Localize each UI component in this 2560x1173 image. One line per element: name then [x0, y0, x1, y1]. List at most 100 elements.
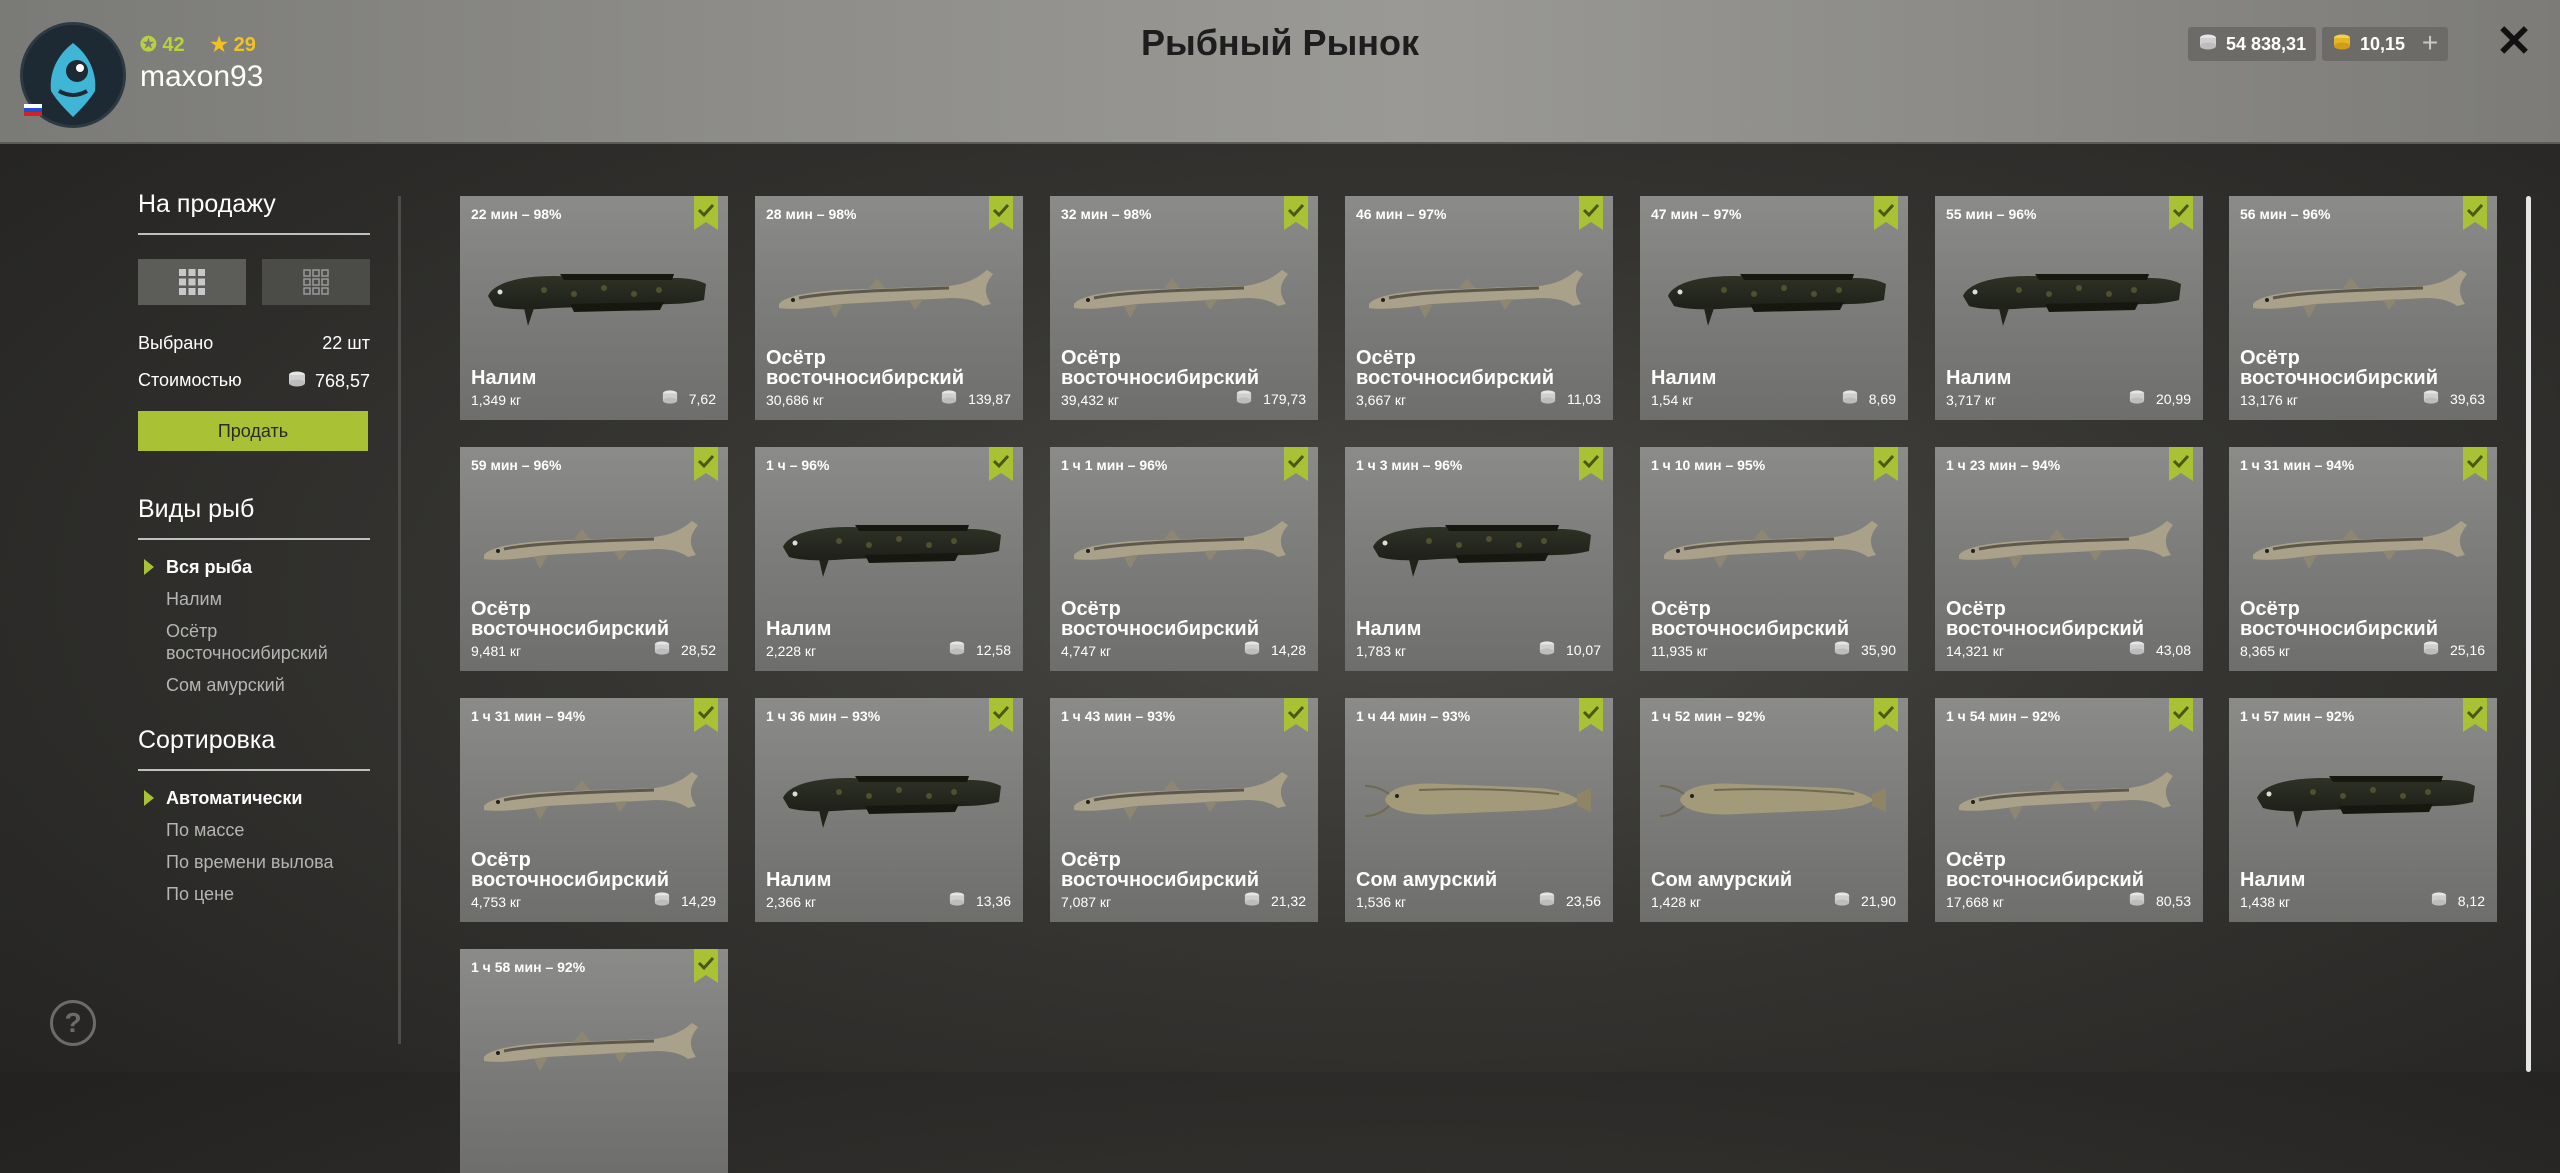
selected-check-badge-icon[interactable]	[989, 698, 1013, 732]
fish-card[interactable]: 1 ч 58 мин – 92%	[460, 949, 728, 1173]
fish-card[interactable]: 28 мин – 98% Осётр восточносибирский 30,…	[755, 196, 1023, 420]
fish-price-value: 8,69	[1868, 390, 1896, 407]
species-item[interactable]: Налим	[138, 588, 370, 610]
add-currency-button[interactable]: +	[2412, 27, 2448, 61]
selected-check-badge-icon[interactable]	[694, 949, 718, 983]
fish-card[interactable]: 47 мин – 97% Налим 1,54 кг 8,69	[1640, 196, 1908, 420]
fish-card[interactable]: 1 ч 57 мин – 92% Налим 1,438 кг 8,12	[2229, 698, 2497, 922]
fish-name: Осётр восточносибирский	[1946, 849, 2145, 891]
fish-price-value: 14,29	[680, 892, 716, 909]
selected-check-badge-icon[interactable]	[694, 698, 718, 732]
selected-check-badge-icon[interactable]	[1579, 698, 1603, 732]
sturgeon-fish-image	[1064, 252, 1304, 332]
fish-price: 14,29	[653, 891, 716, 910]
fish-name: Осётр восточносибирский	[1061, 849, 1260, 891]
sturgeon-fish-image	[2243, 503, 2483, 583]
top-bar: ✪ 42 ★ 29 maxon93 Рыбный Рынок 54 838,31…	[0, 0, 2560, 144]
sell-button[interactable]: Продать	[138, 411, 368, 451]
species-item[interactable]: Вся рыба	[138, 556, 370, 578]
species-filter-list: Вся рыба Налим Осётр восточносибирский Сом …	[138, 556, 370, 696]
fish-card[interactable]: 1 ч 3 мин – 96% Налим 1,783 кг 10,07	[1345, 447, 1613, 671]
species-item-label: Налим	[166, 589, 222, 609]
fish-price: 139,87	[940, 389, 1011, 408]
sturgeon-fish-image	[2243, 252, 2483, 332]
species-item[interactable]: Осётр восточносибирский	[138, 620, 370, 664]
fish-card[interactable]: 55 мин – 96% Налим 3,717 кг 20,99	[1935, 196, 2203, 420]
help-icon: ?	[64, 1007, 82, 1038]
catch-time: 56 мин – 96%	[2240, 206, 2331, 222]
selected-check-badge-icon[interactable]	[1579, 196, 1603, 230]
silver-coins-icon	[2422, 389, 2440, 408]
fish-weight: 14,321 кг	[1946, 643, 2004, 659]
selected-check-badge-icon[interactable]	[1284, 196, 1308, 230]
small-grid-view-button[interactable]	[262, 259, 370, 305]
fish-card[interactable]: 1 ч 23 мин – 94% Осётр восточносибирский…	[1935, 447, 2203, 671]
fish-card[interactable]: 1 ч 44 мин – 93% Сом амурский 1,536 кг 2…	[1345, 698, 1613, 922]
selected-check-badge-icon[interactable]	[2169, 698, 2193, 732]
silver-coins-icon	[2422, 640, 2440, 659]
selected-check-badge-icon[interactable]	[2463, 698, 2487, 732]
fish-card[interactable]: 1 ч 43 мин – 93% Осётр восточносибирский…	[1050, 698, 1318, 922]
close-button[interactable]: ✕	[2490, 18, 2538, 66]
selected-check-badge-icon[interactable]	[989, 196, 1013, 230]
fish-price: 25,16	[2422, 640, 2485, 659]
fish-card[interactable]: 1 ч 10 мин – 95% Осётр восточносибирский…	[1640, 447, 1908, 671]
selected-check-badge-icon[interactable]	[2463, 196, 2487, 230]
selected-check-badge-icon[interactable]	[2169, 447, 2193, 481]
fish-card[interactable]: 22 мин – 98% Налим 1,349 кг 7,62	[460, 196, 728, 420]
sort-item[interactable]: По массе	[138, 819, 370, 841]
fish-card[interactable]: 56 мин – 96% Осётр восточносибирский 13,…	[2229, 196, 2497, 420]
large-grid-view-button[interactable]	[138, 259, 246, 305]
catch-time: 1 ч 54 мин – 92%	[1946, 708, 2061, 724]
selected-check-badge-icon[interactable]	[694, 447, 718, 481]
fish-card[interactable]: 1 ч 31 мин – 94% Осётр восточносибирский…	[460, 698, 728, 922]
fish-card[interactable]: 1 ч 1 мин – 96% Осётр восточносибирский …	[1050, 447, 1318, 671]
selected-check-badge-icon[interactable]	[1874, 698, 1898, 732]
fish-name: Налим	[766, 618, 832, 640]
catch-time: 1 ч 36 мин – 93%	[766, 708, 881, 724]
catch-time: 32 мин – 98%	[1061, 206, 1152, 222]
sort-item[interactable]: По цене	[138, 883, 370, 905]
fish-card[interactable]: 1 ч 36 мин – 93% Налим 2,366 кг 13,36	[755, 698, 1023, 922]
selected-check-badge-icon[interactable]	[1284, 698, 1308, 732]
fish-card[interactable]: 46 мин – 97% Осётр восточносибирский 3,6…	[1345, 196, 1613, 420]
fish-price: 39,63	[2422, 389, 2485, 408]
gold-value: 10,15	[2360, 33, 2406, 54]
selected-check-badge-icon[interactable]	[1874, 196, 1898, 230]
species-item[interactable]: Сом амурский	[138, 674, 370, 696]
fish-name: Осётр восточносибирский	[471, 598, 670, 640]
fish-card[interactable]: 1 ч 54 мин – 92% Осётр восточносибирский…	[1935, 698, 2203, 922]
sturgeon-fish-image	[1064, 503, 1304, 583]
fish-price-value: 179,73	[1263, 390, 1306, 407]
fish-card[interactable]: 32 мин – 98% Осётр восточносибирский 39,…	[1050, 196, 1318, 420]
catch-time: 1 ч 52 мин – 92%	[1651, 708, 1766, 724]
selected-check-badge-icon[interactable]	[2169, 196, 2193, 230]
fish-weight: 1,54 кг	[1651, 392, 1694, 408]
selected-check-badge-icon[interactable]	[1284, 447, 1308, 481]
selected-check-badge-icon[interactable]	[1874, 447, 1898, 481]
catch-time: 1 ч 1 мин – 96%	[1061, 457, 1168, 473]
fish-weight: 1,428 кг	[1651, 894, 1702, 910]
catch-time: 55 мин – 96%	[1946, 206, 2037, 222]
selected-check-badge-icon[interactable]	[2463, 447, 2487, 481]
fish-card[interactable]: 59 мин – 96% Осётр восточносибирский 9,4…	[460, 447, 728, 671]
fish-card[interactable]: 1 ч 52 мин – 92% Сом амурский 1,428 кг 2…	[1640, 698, 1908, 922]
sturgeon-fish-image	[474, 1005, 714, 1085]
scrollbar[interactable]	[2526, 196, 2531, 1072]
silver-coins-icon	[653, 891, 671, 910]
sort-item[interactable]: По времени вылова	[138, 851, 370, 873]
help-button[interactable]: ?	[50, 1000, 96, 1046]
fish-price-value: 35,90	[1860, 641, 1896, 658]
selected-check-badge-icon[interactable]	[694, 196, 718, 230]
plus-icon: +	[2421, 27, 2439, 58]
gold-balance: 10,15	[2322, 27, 2416, 61]
silver-coins-icon	[1235, 389, 1253, 408]
fish-card[interactable]: 1 ч – 96% Налим 2,228 кг 12,58	[755, 447, 1023, 671]
small-grid-icon	[303, 269, 329, 295]
fish-card[interactable]: 1 ч 31 мин – 94% Осётр восточносибирский…	[2229, 447, 2497, 671]
sort-item[interactable]: Автоматически	[138, 787, 370, 809]
selected-check-badge-icon[interactable]	[989, 447, 1013, 481]
catfish-fish-image	[1359, 754, 1599, 834]
fish-price-value: 23,56	[1565, 892, 1601, 909]
selected-check-badge-icon[interactable]	[1579, 447, 1603, 481]
